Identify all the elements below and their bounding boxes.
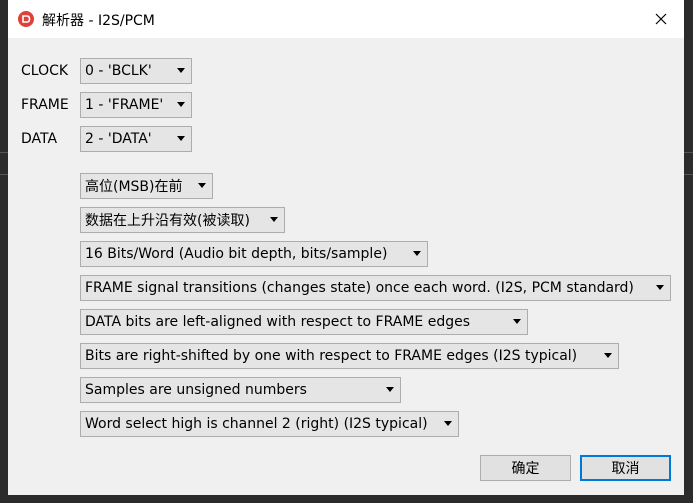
background-line <box>684 152 693 153</box>
bit-order-select[interactable]: 高位(MSB)在前 <box>80 173 213 199</box>
cancel-button[interactable]: 取消 <box>580 455 671 481</box>
close-icon <box>655 13 667 25</box>
chevron-down-icon <box>177 68 185 73</box>
data-channel-select[interactable]: 2 - 'DATA' <box>80 126 192 152</box>
data-alignment-value: DATA bits are left-aligned with respect … <box>85 314 471 330</box>
frame-mode-select[interactable]: FRAME signal transitions (changes state)… <box>80 275 671 301</box>
window-title: 解析器 - I2S/PCM <box>42 13 155 29</box>
background-line <box>0 152 8 153</box>
chevron-down-icon <box>444 421 452 426</box>
chevron-down-icon <box>177 102 185 107</box>
bits-per-word-select[interactable]: 16 Bits/Word (Audio bit depth, bits/samp… <box>80 241 428 267</box>
chevron-down-icon <box>513 319 521 324</box>
data-alignment-select[interactable]: DATA bits are left-aligned with respect … <box>80 309 528 335</box>
sign-value: Samples are unsigned numbers <box>85 382 307 398</box>
clock-channel-select[interactable]: 0 - 'BCLK' <box>80 58 192 84</box>
sign-select[interactable]: Samples are unsigned numbers <box>80 377 401 403</box>
chevron-down-icon <box>198 183 206 188</box>
ok-button[interactable]: 确定 <box>480 455 571 481</box>
bit-order-value: 高位(MSB)在前 <box>85 179 183 195</box>
close-button[interactable] <box>638 0 684 38</box>
chevron-down-icon <box>177 136 185 141</box>
analyzer-dialog: 解析器 - I2S/PCM CLOCK 0 - 'BCLK' FRAME 1 -… <box>8 0 684 495</box>
word-select-polarity-select[interactable]: Word select high is channel 2 (right) (I… <box>80 411 459 437</box>
data-channel-value: 2 - 'DATA' <box>85 131 152 147</box>
clock-channel-value: 0 - 'BCLK' <box>85 63 152 79</box>
bits-per-word-value: 16 Bits/Word (Audio bit depth, bits/samp… <box>85 246 388 262</box>
chevron-down-icon <box>656 285 664 290</box>
background-line <box>0 174 8 175</box>
frame-label: FRAME <box>21 97 69 113</box>
title-bar: 解析器 - I2S/PCM <box>8 0 684 38</box>
chevron-down-icon <box>413 251 421 256</box>
bit-shift-select[interactable]: Bits are right-shifted by one with respe… <box>80 343 619 369</box>
word-select-polarity-value: Word select high is channel 2 (right) (I… <box>85 416 428 432</box>
chevron-down-icon <box>604 353 612 358</box>
frame-channel-value: 1 - 'FRAME' <box>85 97 164 113</box>
clock-label: CLOCK <box>21 63 69 79</box>
frame-mode-value: FRAME signal transitions (changes state)… <box>85 280 634 296</box>
chevron-down-icon <box>270 217 278 222</box>
background-line <box>684 174 693 175</box>
clock-edge-select[interactable]: 数据在上升沿有效(被读取) <box>80 207 285 233</box>
bit-shift-value: Bits are right-shifted by one with respe… <box>85 348 578 364</box>
data-label: DATA <box>21 131 58 147</box>
frame-channel-select[interactable]: 1 - 'FRAME' <box>80 92 192 118</box>
app-logo-icon <box>18 11 34 27</box>
clock-edge-value: 数据在上升沿有效(被读取) <box>85 213 250 229</box>
chevron-down-icon <box>386 387 394 392</box>
